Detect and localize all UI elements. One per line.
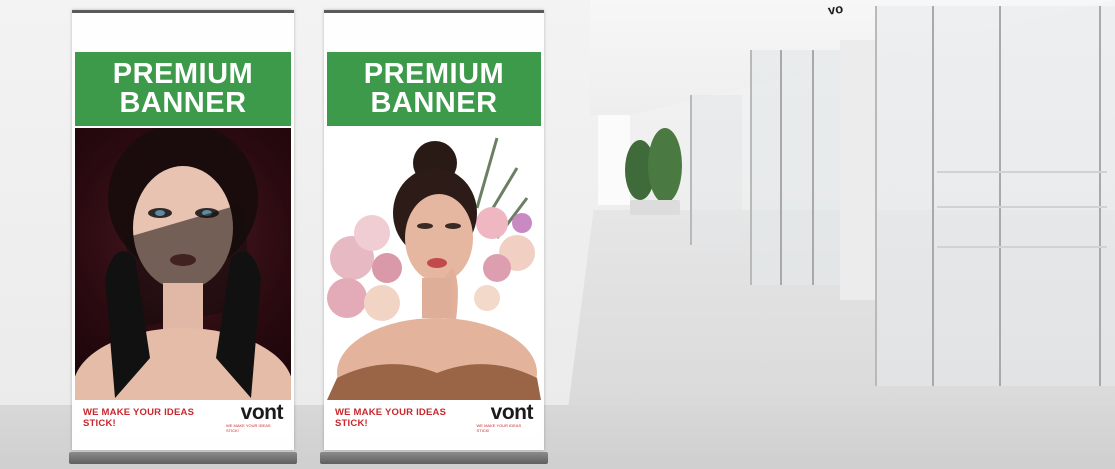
banner-headline-text: PREMIUM BANNER xyxy=(363,58,505,119)
model-photo-dark xyxy=(75,128,291,400)
bookshelf-line xyxy=(937,206,1107,208)
vont-logo-text: vont xyxy=(490,401,534,424)
banner-stand-base-1 xyxy=(69,452,297,464)
roll-up-banner-2: PREMIUM BANNER WE MAKE YOUR IDEAS STICK!… xyxy=(324,10,544,450)
glass-mullion xyxy=(1099,6,1101,386)
glass-wall-near xyxy=(875,6,1115,386)
banner-top-rail xyxy=(324,10,544,13)
model-photo-flowers xyxy=(327,128,541,400)
vont-logo: vont WE MAKE YOUR IDEAS STICK! xyxy=(476,401,534,433)
banner-footer: WE MAKE YOUR IDEAS STICK! vont WE MAKE Y… xyxy=(327,400,541,436)
banner-top-rail xyxy=(72,10,294,13)
banner-stand-base-2 xyxy=(320,452,548,464)
glass-mullion xyxy=(780,50,782,285)
banner-tagline: WE MAKE YOUR IDEAS STICK! xyxy=(83,407,195,429)
bookshelf-line xyxy=(937,171,1107,173)
vont-logo-subtext: WE MAKE YOUR IDEAS STICK! xyxy=(476,423,522,433)
vont-logo: vont WE MAKE YOUR IDEAS STICK! xyxy=(225,401,284,433)
banner-headline-text: PREMIUM BANNER xyxy=(112,58,254,119)
plant-foliage xyxy=(648,128,682,203)
woman-with-flowers-image xyxy=(327,137,541,400)
banner-tagline: WE MAKE YOUR IDEAS STICK! xyxy=(335,407,447,429)
glass-mullion xyxy=(999,6,1001,386)
plant-pot xyxy=(630,200,680,215)
glass-wall-middle xyxy=(750,50,842,285)
glass-mullion xyxy=(932,6,934,386)
banner-headline: PREMIUM BANNER xyxy=(75,52,291,126)
banner-headline: PREMIUM BANNER xyxy=(327,52,541,126)
bookshelf-line xyxy=(937,246,1107,248)
roll-up-banner-1: PREMIUM BANNER WE MAKE YOUR IDEAS STICK!… xyxy=(72,10,294,450)
vont-logo-text: vont xyxy=(240,401,284,424)
wall-pillar xyxy=(840,40,875,300)
glass-mullion xyxy=(812,50,814,285)
vont-logo-subtext: WE MAKE YOUR IDEAS STICK! xyxy=(225,423,271,433)
glass-wall-far xyxy=(690,95,742,245)
office-corridor-scene: vo PREMIUM BANNER WE MAKE YOUR IDEAS STI… xyxy=(0,0,1115,469)
banner-footer: WE MAKE YOUR IDEAS STICK! vont WE MAKE Y… xyxy=(75,400,291,436)
woman-with-veil-image xyxy=(75,128,291,400)
